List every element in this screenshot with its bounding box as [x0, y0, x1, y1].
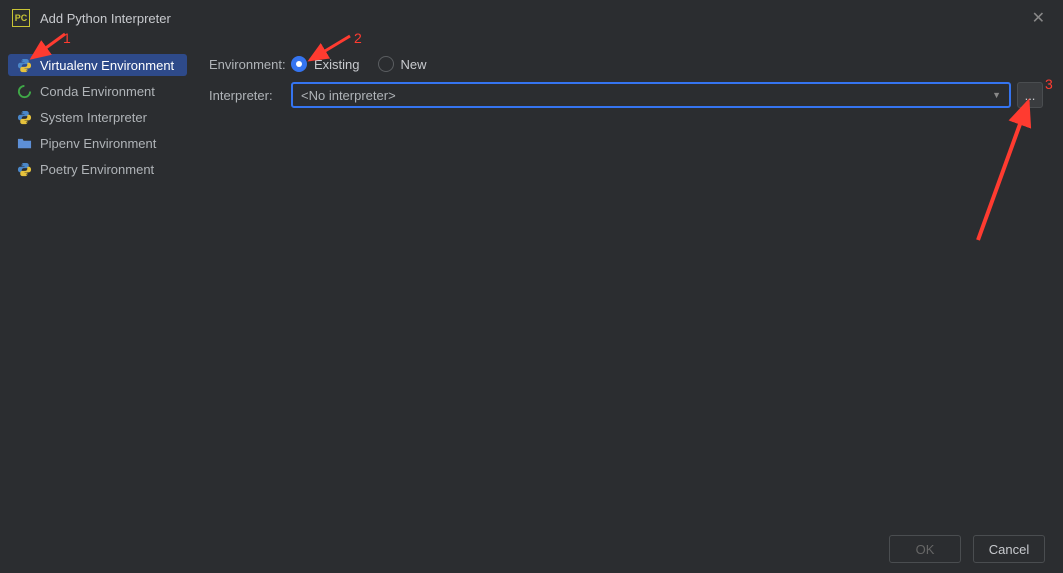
window-title: Add Python Interpreter [40, 11, 171, 26]
radio-new[interactable]: New [378, 56, 427, 72]
environment-label: Environment: [209, 57, 291, 72]
interpreter-row: Interpreter: <No interpreter> ▼ ... [209, 82, 1049, 108]
app-icon: PC [12, 9, 30, 27]
radio-existing-label: Existing [314, 57, 360, 72]
sidebar-item-label: Conda Environment [40, 84, 155, 99]
close-button[interactable]: ✕ [1026, 8, 1051, 28]
radio-new-label: New [401, 57, 427, 72]
sidebar-item-conda[interactable]: Conda Environment [8, 80, 187, 102]
radio-icon [378, 56, 394, 72]
radio-existing[interactable]: Existing [291, 56, 360, 72]
environment-radio-group: Existing New [291, 56, 427, 72]
sidebar-item-label: Virtualenv Environment [40, 58, 174, 73]
sidebar-item-system[interactable]: System Interpreter [8, 106, 187, 128]
python-icon [16, 161, 32, 177]
folder-icon [16, 135, 32, 151]
sidebar-item-poetry[interactable]: Poetry Environment [8, 158, 187, 180]
interpreter-dropdown[interactable]: <No interpreter> ▼ [291, 82, 1011, 108]
interpreter-value: <No interpreter> [301, 88, 396, 103]
environment-row: Environment: Existing New [209, 56, 1049, 72]
cancel-label: Cancel [989, 542, 1029, 557]
sidebar-item-label: Pipenv Environment [40, 136, 156, 151]
ok-button[interactable]: OK [889, 535, 961, 563]
content-pane: Environment: Existing New Interpreter: <… [195, 36, 1063, 525]
sidebar-item-pipenv[interactable]: Pipenv Environment [8, 132, 187, 154]
conda-icon [16, 83, 32, 99]
python-icon [16, 109, 32, 125]
main-area: Virtualenv Environment Conda Environment… [0, 36, 1063, 525]
python-icon [16, 57, 32, 73]
titlebar: PC Add Python Interpreter ✕ [0, 0, 1063, 36]
browse-button[interactable]: ... [1017, 82, 1043, 108]
cancel-button[interactable]: Cancel [973, 535, 1045, 563]
sidebar: Virtualenv Environment Conda Environment… [0, 36, 195, 525]
browse-label: ... [1025, 88, 1036, 103]
sidebar-item-label: System Interpreter [40, 110, 147, 125]
chevron-down-icon: ▼ [992, 90, 1001, 100]
sidebar-item-virtualenv[interactable]: Virtualenv Environment [8, 54, 187, 76]
sidebar-item-label: Poetry Environment [40, 162, 154, 177]
bottom-bar: OK Cancel [0, 525, 1063, 573]
radio-icon [291, 56, 307, 72]
interpreter-label: Interpreter: [209, 88, 291, 103]
ok-label: OK [916, 542, 935, 557]
